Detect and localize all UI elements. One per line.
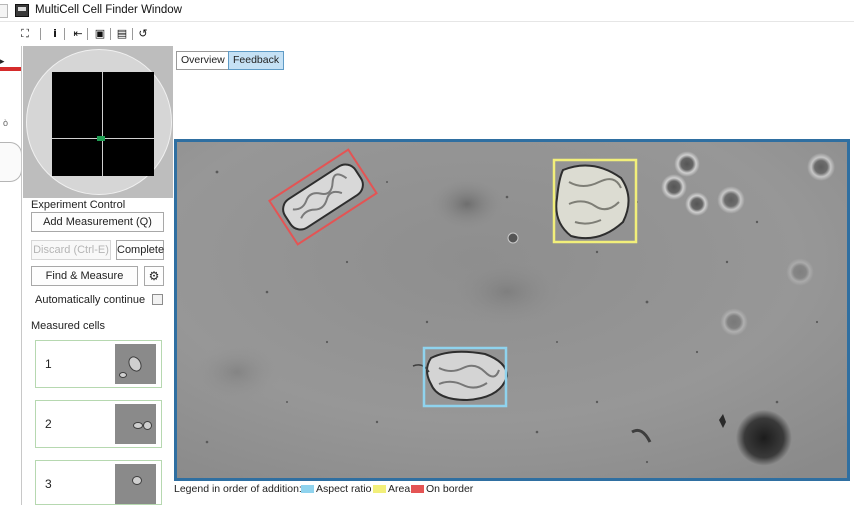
round-cell bbox=[786, 258, 814, 286]
experiment-control-heading: Experiment Control bbox=[31, 199, 126, 211]
undo-icon[interactable]: ↺ bbox=[135, 26, 151, 42]
legend-swatch-aspect-ratio bbox=[301, 485, 314, 493]
toolbar-separator bbox=[87, 28, 88, 40]
toolbar-separator bbox=[40, 28, 41, 40]
out-of-focus-region bbox=[192, 342, 282, 402]
screen-select-icon[interactable]: ⛶ bbox=[17, 26, 33, 42]
cell-thumbnail bbox=[115, 404, 156, 444]
cell-number: 3 bbox=[45, 477, 52, 491]
round-cell bbox=[661, 174, 687, 200]
cell-number: 2 bbox=[45, 417, 52, 431]
legend-label-area: Area bbox=[388, 483, 411, 495]
toolbar-separator bbox=[132, 28, 133, 40]
out-of-focus-region bbox=[447, 257, 567, 327]
find-measure-button[interactable]: Find & Measure bbox=[31, 266, 138, 286]
list-item[interactable]: 3 bbox=[35, 460, 162, 505]
measured-cells-heading: Measured cells bbox=[31, 320, 105, 332]
round-cell bbox=[507, 232, 519, 244]
save-image-icon[interactable]: ▣ bbox=[92, 26, 108, 42]
list-item[interactable]: 2 bbox=[35, 400, 162, 448]
pin-icon[interactable]: ⇤ bbox=[70, 26, 86, 42]
auto-continue-checkbox[interactable] bbox=[152, 294, 163, 305]
parent-window-arrow-icon: ▸ bbox=[0, 56, 5, 66]
window-title: MultiCell Cell Finder Window bbox=[35, 4, 182, 16]
tab-overview[interactable]: Overview bbox=[176, 51, 230, 70]
complete-button[interactable]: Complete bbox=[116, 240, 164, 260]
legend-label-aspect-ratio: Aspect ratio bbox=[316, 483, 372, 495]
parent-window-handle[interactable] bbox=[0, 142, 22, 182]
toolbar-separator bbox=[110, 28, 111, 40]
export-image-icon[interactable]: ▤ bbox=[114, 26, 130, 42]
legend-label-on-border: On border bbox=[426, 483, 474, 495]
microscope-image[interactable] bbox=[174, 139, 850, 481]
navigator-view[interactable] bbox=[52, 72, 154, 176]
gear-icon[interactable]: ⚙ bbox=[144, 266, 164, 286]
discard-button[interactable]: Discard (Ctrl-E) bbox=[31, 240, 111, 260]
legend-prefix: Legend in order of addition: bbox=[174, 483, 302, 495]
toolbar-separator bbox=[64, 28, 65, 40]
round-cell bbox=[807, 153, 835, 181]
stage-navigator[interactable] bbox=[23, 46, 173, 198]
dark-cell bbox=[736, 410, 792, 466]
parent-window-accent bbox=[0, 67, 22, 71]
parent-window-glyph: ò bbox=[3, 118, 9, 128]
navigator-position-marker bbox=[97, 136, 105, 141]
tab-feedback[interactable]: Feedback bbox=[228, 51, 285, 70]
round-cell bbox=[674, 151, 700, 177]
legend-swatch-area bbox=[373, 485, 386, 493]
info-icon[interactable]: i bbox=[47, 26, 63, 42]
app-icon bbox=[15, 4, 29, 17]
round-cell bbox=[720, 308, 748, 336]
auto-continue-label: Automatically continue bbox=[35, 294, 146, 306]
cell-thumbnail bbox=[115, 464, 156, 504]
round-cell bbox=[685, 192, 709, 216]
legend-swatch-on-border bbox=[411, 485, 424, 493]
cell-number: 1 bbox=[45, 357, 52, 371]
round-cell bbox=[717, 186, 745, 214]
add-measurement-button[interactable]: Add Measurement (Q) bbox=[31, 212, 164, 232]
toolbar: ⛶ i ⇤ ▣ ▤ ↺ bbox=[0, 23, 854, 45]
list-item[interactable]: 1 bbox=[35, 340, 162, 388]
navigator-crosshair-vertical bbox=[102, 72, 103, 176]
title-bar: MultiCell Cell Finder Window bbox=[0, 0, 854, 22]
cell-thumbnail bbox=[115, 344, 156, 384]
navigator-stage-circle bbox=[26, 49, 172, 195]
microscope-image-canvas bbox=[177, 142, 847, 478]
out-of-focus-region bbox=[427, 176, 507, 232]
panel-divider bbox=[21, 46, 22, 505]
window-edge-strip bbox=[0, 4, 8, 18]
